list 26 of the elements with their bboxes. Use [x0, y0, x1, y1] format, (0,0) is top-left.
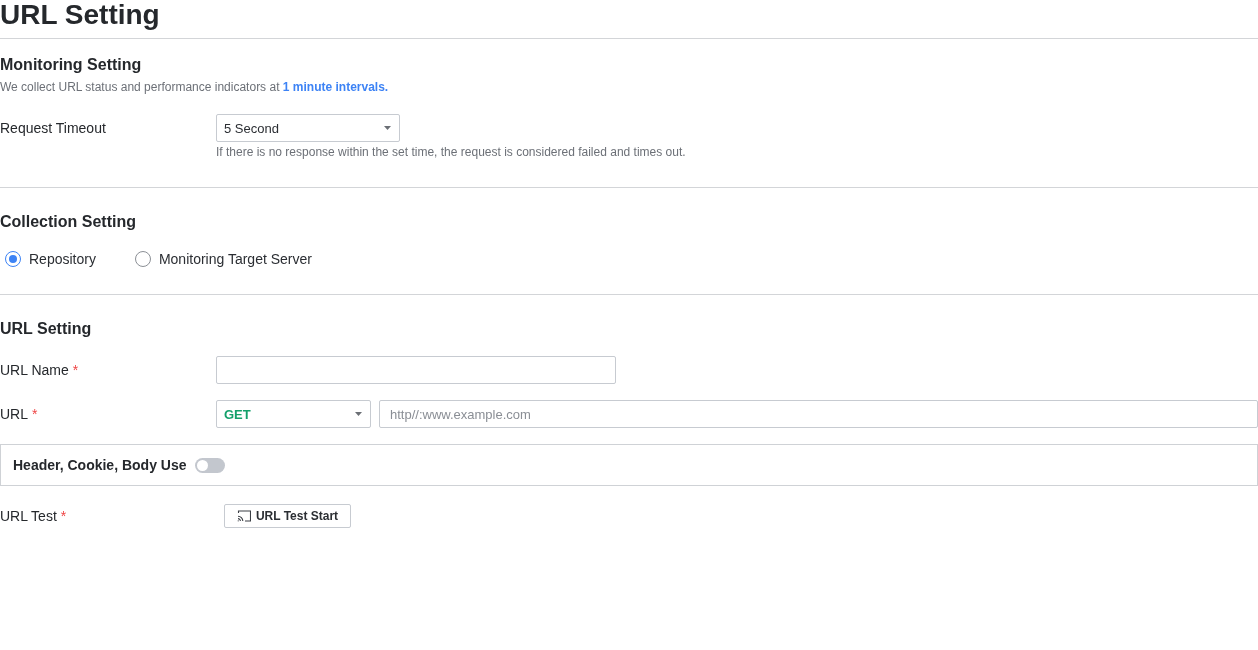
radio-icon[interactable]	[134, 251, 151, 267]
toggle-label: Header, Cookie, Body Use	[13, 457, 187, 473]
cast-icon	[236, 510, 251, 522]
url-name-input[interactable]	[216, 356, 616, 384]
timeout-select[interactable]: 5 Second	[216, 114, 400, 142]
field-label: URL Test	[0, 507, 57, 526]
required-mark: *	[72, 361, 79, 380]
required-mark: *	[32, 405, 38, 424]
section-heading: Monitoring Setting	[0, 55, 143, 75]
caret-icon	[384, 126, 391, 130]
caret-icon	[355, 412, 362, 416]
toggle-switch[interactable]	[194, 457, 225, 473]
field-label: Request Timeout	[0, 119, 107, 138]
radio-option[interactable]: Repository	[5, 249, 96, 269]
radio-icon[interactable]	[5, 251, 21, 267]
section-heading: URL Setting	[0, 319, 93, 339]
help-text: If there is no response within the set time, the request is considered failed and times out.	[216, 144, 687, 160]
field-label: URL	[0, 405, 28, 424]
url-test-button[interactable]: URL Test Start	[224, 504, 351, 528]
required-mark: *	[60, 507, 67, 526]
field-label: URL Name	[0, 361, 69, 380]
section-heading: Collection Setting	[0, 212, 137, 232]
section-description: We collect URL status and performance indicators at 1 minute intervals.	[0, 79, 390, 95]
page-title: URL Setting	[0, 0, 161, 30]
radio-option[interactable]: Monitoring Target Server	[134, 249, 312, 269]
url-input[interactable]: http//:www.example.com	[379, 400, 1258, 428]
